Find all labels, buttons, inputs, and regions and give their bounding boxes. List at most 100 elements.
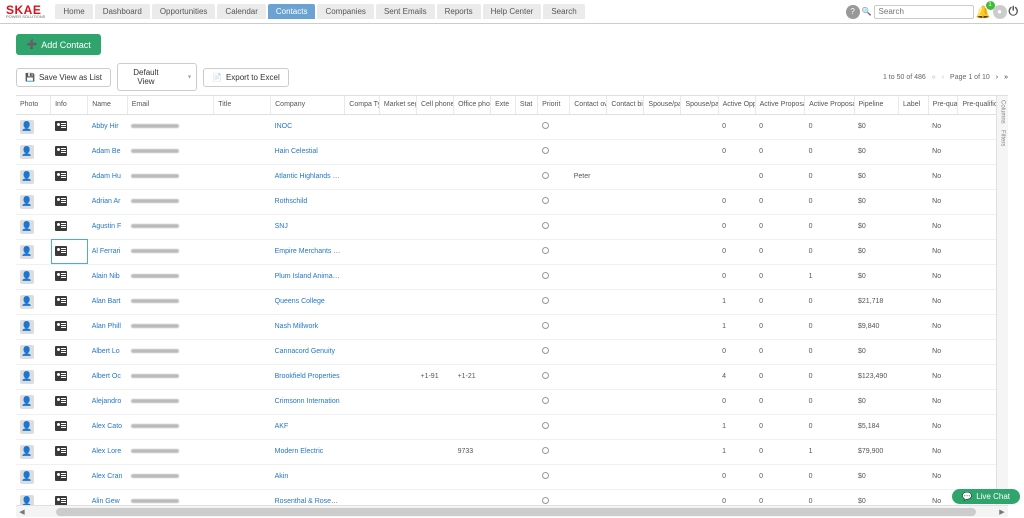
vcard-icon[interactable] [55, 146, 67, 156]
nav-help-center[interactable]: Help Center [483, 4, 542, 19]
col-header[interactable]: Pipeline [854, 96, 899, 114]
vcard-icon[interactable] [55, 271, 67, 281]
company-link[interactable]: Atlantic Highlands PD [275, 173, 343, 180]
vcard-icon[interactable] [55, 246, 67, 256]
table-row[interactable]: 👤Alex CranAkin000$0No [16, 464, 1008, 489]
page-prev-button[interactable]: ‹ [942, 74, 944, 81]
notifications-icon[interactable]: 🔔1 [976, 5, 991, 19]
contact-name-link[interactable]: Alex Lore [92, 448, 122, 455]
table-row[interactable]: 👤Alain NibPlum Island Animal Di001$0No [16, 264, 1008, 289]
col-header[interactable]: Email [127, 96, 214, 114]
contact-name-link[interactable]: Agustin F [92, 223, 122, 230]
priority-circle-icon[interactable] [542, 197, 549, 204]
contact-name-link[interactable]: Alain Nib [92, 273, 120, 280]
avatar[interactable]: ● [993, 5, 1007, 19]
table-row[interactable]: 👤Al FerrariEmpire Merchants Nor000$0No [16, 239, 1008, 264]
page-first-button[interactable]: « [932, 74, 936, 81]
help-icon[interactable]: ? [846, 5, 860, 19]
company-link[interactable]: Modern Electric [275, 448, 324, 455]
col-header[interactable]: Photo [16, 96, 51, 114]
company-link[interactable]: Crimsonn Internation [275, 398, 340, 405]
filters-tab[interactable]: Filters [1000, 130, 1006, 146]
col-header[interactable]: Spouse/partner name [644, 96, 681, 114]
col-header[interactable]: Stat [515, 96, 537, 114]
company-link[interactable]: Cannacord Genuity [275, 348, 335, 355]
company-link[interactable]: Rosenthal & Rosenthal [275, 498, 345, 505]
nav-companies[interactable]: Companies [317, 4, 373, 19]
col-header[interactable]: Market segment [379, 96, 416, 114]
vcard-icon[interactable] [55, 396, 67, 406]
table-row[interactable]: 👤Abby HirINOC000$0No [16, 114, 1008, 139]
priority-circle-icon[interactable] [542, 347, 549, 354]
col-header[interactable]: Contact owner [570, 96, 607, 114]
nav-sent-emails[interactable]: Sent Emails [376, 4, 435, 19]
company-link[interactable]: INOC [275, 123, 293, 130]
priority-circle-icon[interactable] [542, 397, 549, 404]
page-last-button[interactable]: » [1004, 74, 1008, 81]
contact-name-link[interactable]: Alejandro [92, 398, 122, 405]
nav-search[interactable]: Search [543, 4, 584, 19]
view-select[interactable]: Default View [117, 63, 197, 91]
priority-circle-icon[interactable] [542, 422, 549, 429]
vcard-icon[interactable] [55, 196, 67, 206]
vcard-icon[interactable] [55, 371, 67, 381]
col-header[interactable]: Priorit [538, 96, 570, 114]
table-row[interactable]: 👤Albert LoCannacord Genuity000$0No [16, 339, 1008, 364]
contact-name-link[interactable]: Al Ferrari [92, 248, 121, 255]
horizontal-scrollbar[interactable]: ◀ ▶ [16, 505, 1008, 517]
vcard-icon[interactable] [55, 321, 67, 331]
priority-circle-icon[interactable] [542, 297, 549, 304]
table-row[interactable]: 👤Alan PhillNash Millwork100$9,840No [16, 314, 1008, 339]
col-header[interactable]: Label [899, 96, 929, 114]
save-view-button[interactable]: 💾 Save View as List [16, 68, 111, 87]
table-row[interactable]: 👤Alin GewRosenthal & Rosenthal000$0No [16, 489, 1008, 505]
priority-circle-icon[interactable] [542, 447, 549, 454]
col-header[interactable]: Exte [491, 96, 516, 114]
table-row[interactable]: 👤Agustin FSNJ000$0No [16, 214, 1008, 239]
company-link[interactable]: Brookfield Properties [275, 373, 340, 380]
vcard-icon[interactable] [55, 421, 67, 431]
contact-name-link[interactable]: Albert Oc [92, 373, 121, 380]
table-row[interactable]: 👤Alex CatoAKF100$5,184No [16, 414, 1008, 439]
company-link[interactable]: Empire Merchants Nor [275, 248, 345, 255]
priority-circle-icon[interactable] [542, 172, 549, 179]
vcard-icon[interactable] [55, 446, 67, 456]
col-header[interactable]: Contact birthday [607, 96, 644, 114]
company-link[interactable]: SNJ [275, 223, 288, 230]
col-header[interactable]: Active Opportuni [718, 96, 755, 114]
table-row[interactable]: 👤Albert OcBrookfield Properties+1-91+1-2… [16, 364, 1008, 389]
col-header[interactable]: Pre-qualified [928, 96, 958, 114]
brand-logo[interactable]: SKAE POWER SOLUTIONS [6, 6, 45, 18]
company-link[interactable]: Rothschild [275, 198, 308, 205]
priority-circle-icon[interactable] [542, 222, 549, 229]
contact-name-link[interactable]: Alan Phill [92, 323, 121, 330]
contact-name-link[interactable]: Adam Hu [92, 173, 121, 180]
priority-circle-icon[interactable] [542, 147, 549, 154]
company-link[interactable]: Plum Island Animal Di [275, 273, 343, 280]
contact-name-link[interactable]: Abby Hir [92, 123, 119, 130]
col-header[interactable]: Company [271, 96, 345, 114]
company-link[interactable]: Hain Celestial [275, 148, 318, 155]
col-header[interactable]: Cell phone [416, 96, 453, 114]
contact-name-link[interactable]: Alin Gew [92, 498, 120, 505]
export-excel-button[interactable]: 📄 Export to Excel [203, 68, 289, 87]
add-contact-button[interactable]: ➕ Add Contact [16, 34, 101, 55]
nav-dashboard[interactable]: Dashboard [95, 4, 150, 19]
nav-contacts[interactable]: Contacts [268, 4, 316, 19]
vcard-icon[interactable] [55, 346, 67, 356]
col-header[interactable]: Spouse/partner birthday [681, 96, 718, 114]
col-header[interactable]: Compa Type [345, 96, 380, 114]
company-link[interactable]: AKF [275, 423, 289, 430]
priority-circle-icon[interactable] [542, 247, 549, 254]
col-header[interactable]: Title [214, 96, 271, 114]
priority-circle-icon[interactable] [542, 497, 549, 504]
contact-name-link[interactable]: Alex Cato [92, 423, 122, 430]
col-header[interactable]: Name [88, 96, 128, 114]
vcard-icon[interactable] [55, 471, 67, 481]
contact-name-link[interactable]: Adam Be [92, 148, 121, 155]
scroll-thumb[interactable] [56, 508, 976, 516]
table-row[interactable]: 👤Adrian ArRothschild000$0No [16, 189, 1008, 214]
priority-circle-icon[interactable] [542, 272, 549, 279]
priority-circle-icon[interactable] [542, 322, 549, 329]
columns-tab[interactable]: Columns [1000, 100, 1006, 124]
